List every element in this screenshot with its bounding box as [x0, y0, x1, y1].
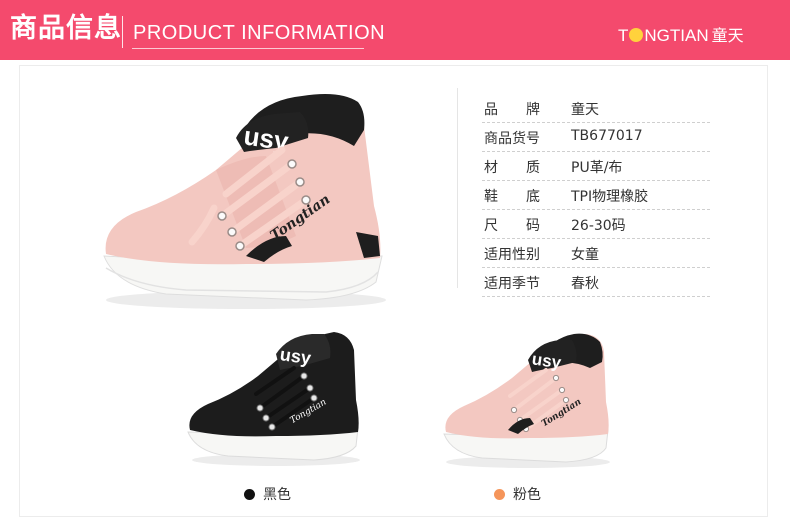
header-divider	[122, 16, 123, 48]
spec-value: TPI物理橡胶	[571, 189, 649, 205]
spec-key: 鞋 底	[484, 189, 540, 205]
spec-value: 春秋	[571, 276, 599, 292]
spec-row-material: 材 质 PU革/布	[482, 152, 710, 181]
spec-key: 适用季节	[484, 276, 540, 292]
spec-value: 童天	[571, 102, 599, 118]
color-label: 黑色	[263, 487, 291, 503]
orange-dot-icon	[494, 489, 505, 500]
black-shoe-image: usy Tongtian	[187, 332, 360, 466]
brand-logo: T NGTIAN 童天	[618, 22, 744, 46]
spec-key: 尺 码	[484, 218, 540, 234]
spec-value: PU革/布	[571, 160, 623, 176]
spec-divider	[457, 88, 458, 288]
spec-row-gender: 适用性别 女童	[482, 239, 710, 268]
spec-key: 品 牌	[484, 102, 540, 118]
spec-value: TB677017	[571, 128, 643, 144]
spec-value: 26-30码	[571, 218, 626, 234]
spec-row-season: 适用季节 春秋	[482, 268, 710, 297]
tongue-text: usy	[279, 344, 313, 368]
color-label: 粉色	[513, 487, 541, 503]
spec-key: 商品货号	[484, 131, 540, 147]
header-bar: 商品信息 PRODUCT INFORMATION T NGTIAN 童天	[0, 0, 790, 60]
pink-shoe-image: usy Tongtian	[443, 333, 610, 468]
brand-text-left: T	[618, 26, 629, 45]
spec-table: 品 牌 童天 商品货号 TB677017 材 质 PU革/布 鞋 底 TPI物理…	[482, 94, 710, 297]
page-title-cn: 商品信息	[10, 13, 122, 44]
brand-o-dot-icon	[629, 28, 644, 42]
spec-row-sole: 鞋 底 TPI物理橡胶	[482, 181, 710, 210]
spec-row-brand: 品 牌 童天	[482, 94, 710, 123]
spec-row-size: 尺 码 26-30码	[482, 210, 710, 239]
page-title-en: PRODUCT INFORMATION	[133, 22, 386, 44]
spec-key: 适用性别	[484, 247, 540, 263]
spec-key: 材 质	[484, 160, 540, 176]
spec-value: 女童	[571, 247, 599, 263]
brand-text-right: NGTIAN	[644, 26, 709, 45]
spec-row-item-no: 商品货号 TB677017	[482, 123, 710, 152]
main-pink-shoe-image: usy Tongtian	[103, 94, 386, 309]
black-dot-icon	[244, 489, 255, 500]
brand-text-cn: 童天	[711, 28, 744, 45]
color-option-pink[interactable]: 粉色	[494, 484, 541, 504]
color-option-black[interactable]: 黑色	[244, 484, 291, 504]
title-underline	[132, 48, 364, 49]
